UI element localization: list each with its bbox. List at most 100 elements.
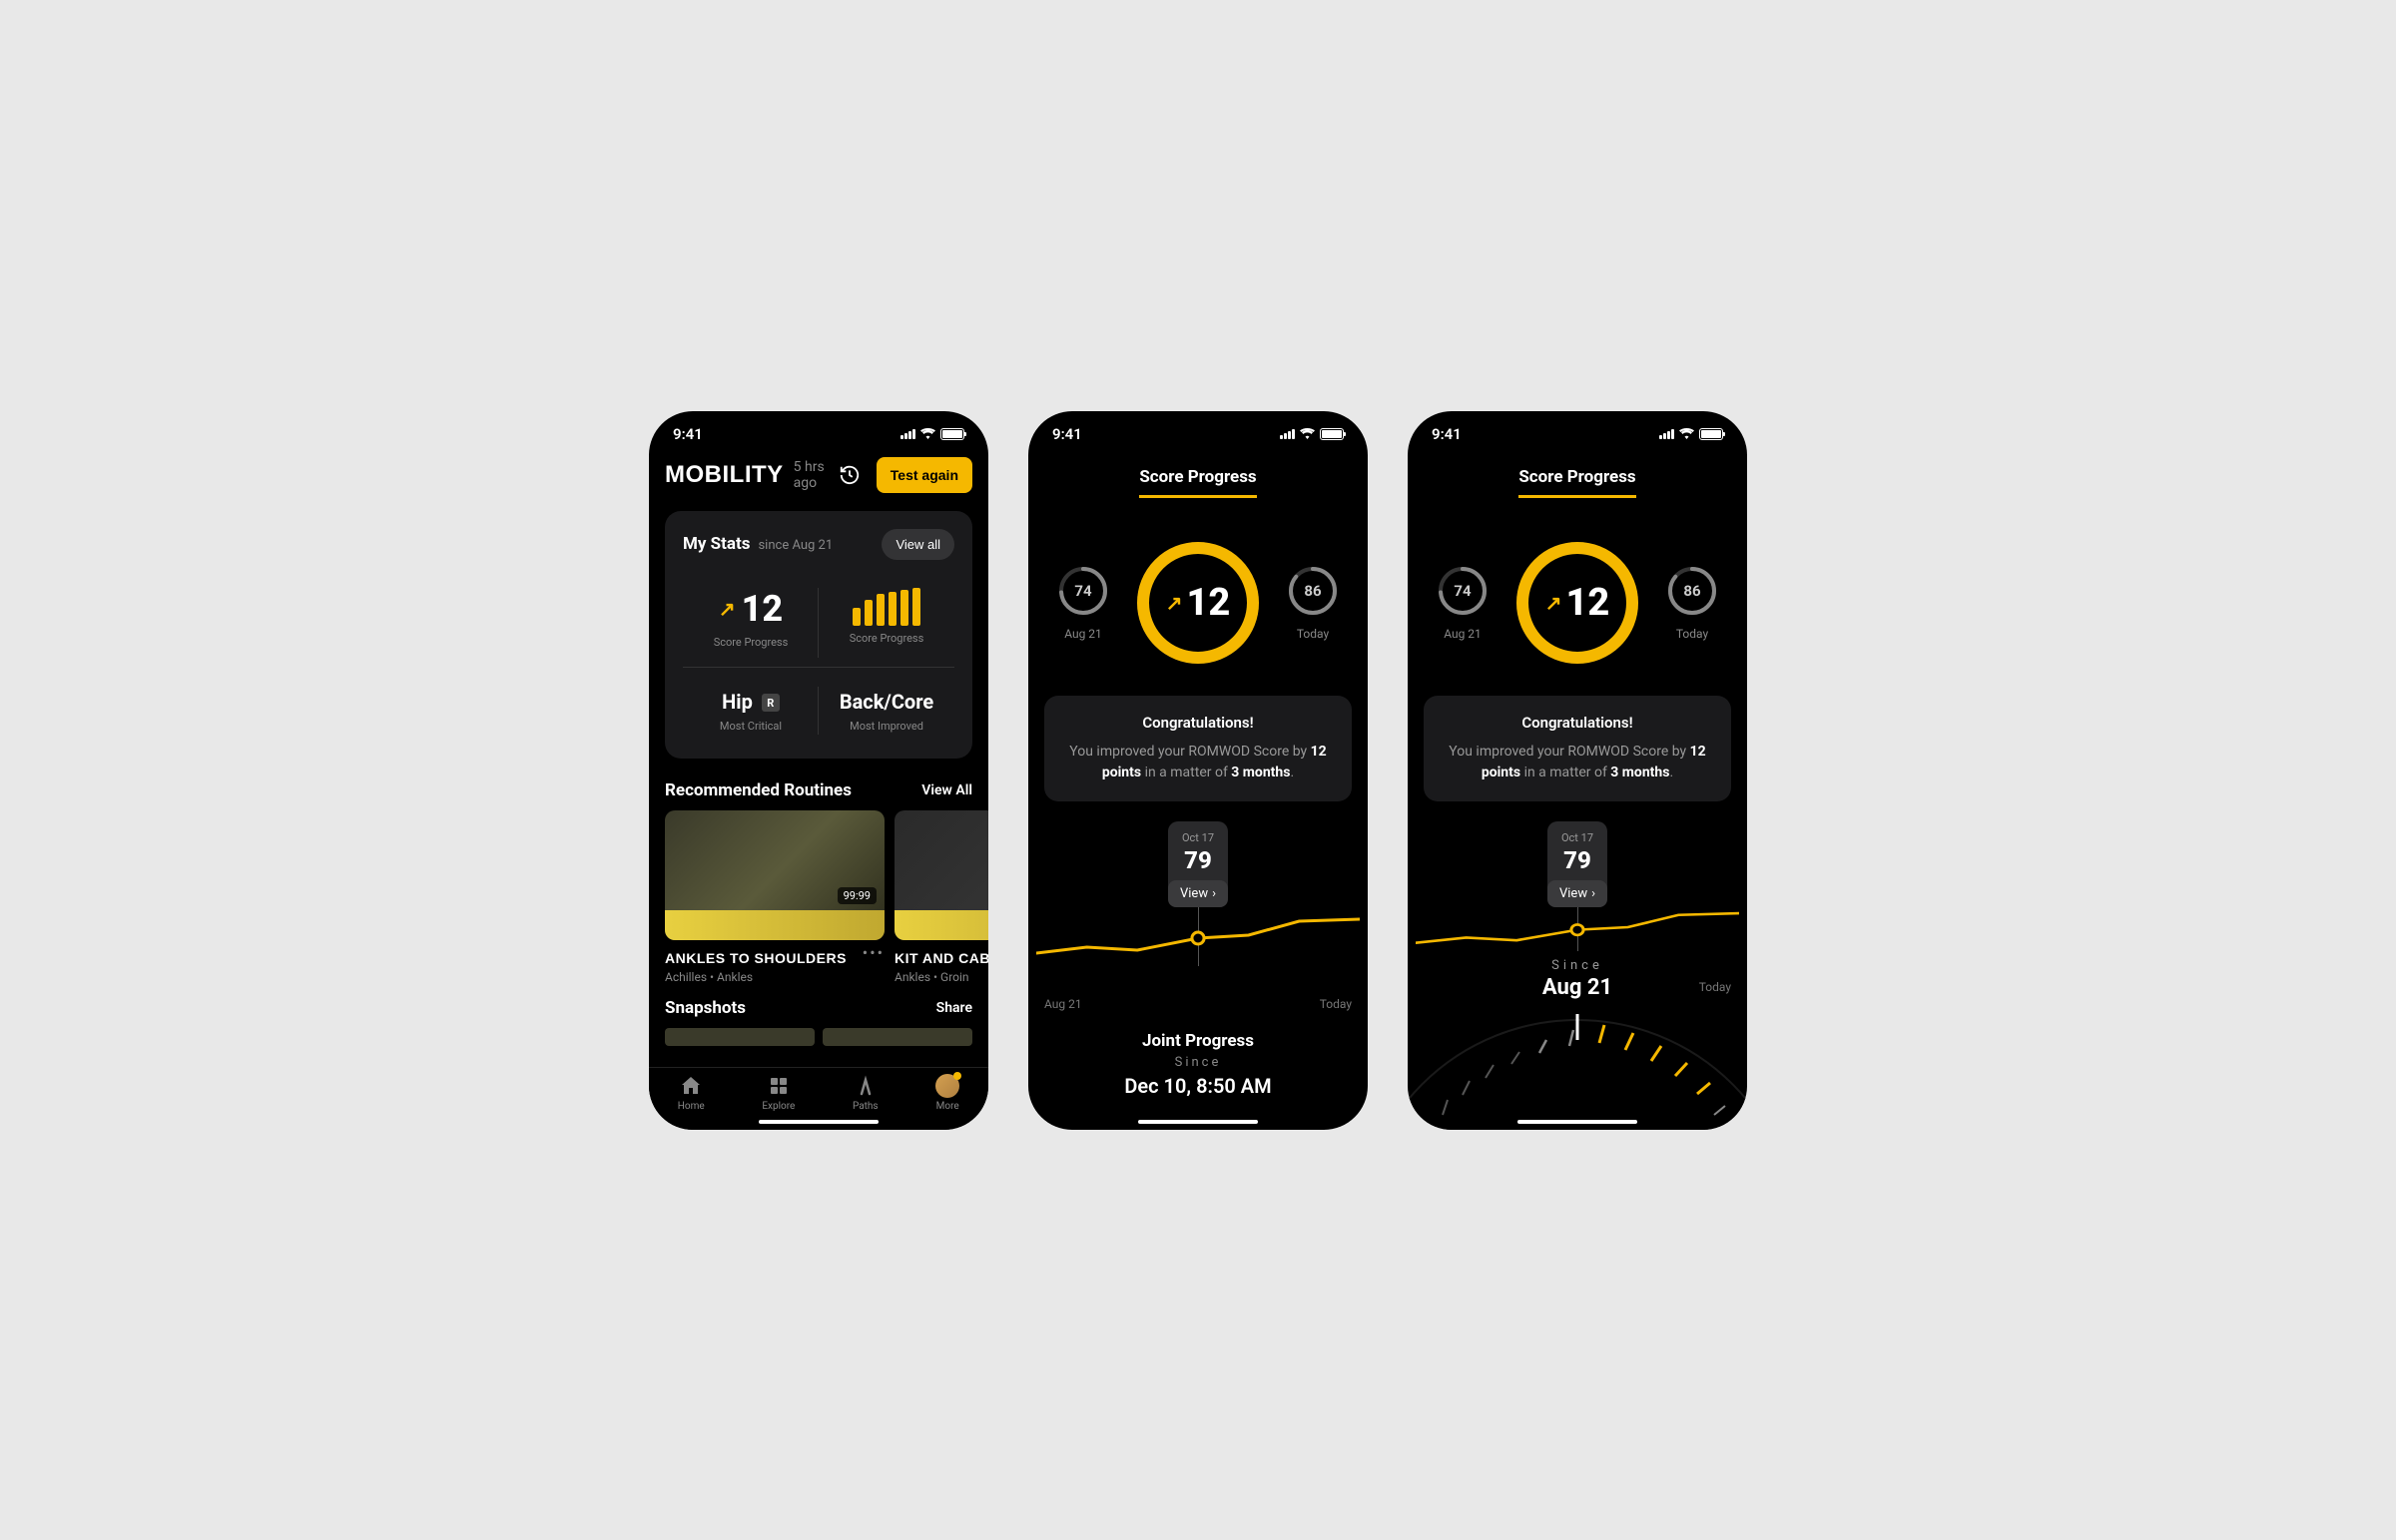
- tab-paths[interactable]: Paths: [853, 1074, 879, 1112]
- stat-label: Most Critical: [687, 720, 815, 733]
- score-header: Score Progress: [1028, 447, 1368, 508]
- routine-card[interactable]: 99:99 ANKLES TO SHOULDERS ••• Achilles •…: [665, 810, 885, 984]
- phone-score-progress-dial: 9:41 Score Progress 74 Aug 21 ↗ 12: [1408, 411, 1747, 1130]
- my-stats-card: My Stats since Aug 21 View all ↗ 12 Scor…: [665, 511, 972, 759]
- snapshot-thumb: [665, 1028, 815, 1046]
- status-time: 9:41: [673, 425, 703, 443]
- since-datetime: Dec 10, 8:50 AM: [1028, 1074, 1368, 1098]
- joint-name: Hip: [722, 690, 753, 714]
- status-bar: 9:41: [649, 411, 988, 447]
- tab-home[interactable]: Home: [678, 1074, 705, 1112]
- stats-grid: ↗ 12 Score Progress Score Progress: [683, 580, 954, 741]
- congrats-card: Congratulations! You improved your ROMWO…: [1424, 696, 1731, 801]
- start-score-ring: 74 Aug 21: [1437, 565, 1489, 641]
- tab-explore[interactable]: Explore: [762, 1074, 795, 1112]
- joint-progress-heading: Joint Progress: [1028, 1031, 1368, 1051]
- tooltip-date: Oct 17: [1561, 831, 1593, 844]
- wifi-icon: [920, 428, 935, 439]
- tab-score-progress[interactable]: Score Progress: [1139, 467, 1256, 498]
- tooltip-value: 79: [1561, 846, 1593, 874]
- notification-badge: [953, 1072, 961, 1080]
- chart-axis-labels: Aug 21 Today: [1044, 997, 1352, 1011]
- routines-section-header: Recommended Routines View All: [649, 767, 988, 810]
- today-score-ring: 86 Today: [1287, 565, 1339, 641]
- snapshot-thumb: [823, 1028, 972, 1046]
- phone-mobility-dashboard: 9:41 MOBILITY 5 hrs ago Test again My St…: [649, 411, 988, 1130]
- page-title: MOBILITY: [665, 461, 784, 489]
- score-rings: 74 Aug 21 ↗ 12 86 Today: [1028, 508, 1368, 688]
- grid-icon: [767, 1074, 791, 1098]
- routine-title: KIT AND CABOODLE: [895, 950, 988, 966]
- arrow-up-icon: ↗: [1166, 591, 1183, 615]
- start-score-value: 74: [1437, 565, 1489, 617]
- tab-score-progress[interactable]: Score Progress: [1518, 467, 1635, 498]
- status-time: 9:41: [1052, 425, 1082, 443]
- score-value: 12: [742, 588, 784, 630]
- avatar-icon: [935, 1074, 959, 1098]
- today-score-value: 86: [1287, 565, 1339, 617]
- start-date-label: Aug 21: [1437, 627, 1489, 641]
- score-rings: 74 Aug 21 ↗ 12 86 Today: [1408, 508, 1747, 688]
- today-label: Today: [1666, 627, 1718, 641]
- stat-hip[interactable]: Hip R Most Critical: [683, 682, 819, 741]
- status-icons: [900, 428, 964, 440]
- start-score-ring: 74 Aug 21: [1057, 565, 1109, 641]
- routines-view-all-link[interactable]: View All: [921, 782, 972, 798]
- today-score-ring: 86 Today: [1666, 565, 1718, 641]
- start-date-label: Aug 21: [1057, 627, 1109, 641]
- line-chart: [1036, 903, 1360, 983]
- test-again-button[interactable]: Test again: [877, 457, 972, 493]
- routine-thumbnail: [895, 810, 988, 940]
- routine-card[interactable]: KIT AND CABOODLE Ankles • Groin: [895, 810, 988, 984]
- progress-ring: ↗ 12: [1512, 538, 1642, 668]
- stat-label: Score Progress: [823, 632, 950, 645]
- signal-icon: [1659, 429, 1674, 439]
- history-icon[interactable]: [839, 464, 861, 486]
- start-score-value: 74: [1057, 565, 1109, 617]
- routine-tags: Achilles • Ankles: [665, 970, 885, 984]
- snapshot-row[interactable]: [649, 1028, 988, 1046]
- tab-more[interactable]: More: [935, 1074, 959, 1112]
- routines-carousel[interactable]: 99:99 ANKLES TO SHOULDERS ••• Achilles •…: [649, 810, 988, 984]
- snapshots-section-header: Snapshots Share: [649, 984, 988, 1028]
- stat-score-progress[interactable]: ↗ 12 Score Progress: [683, 580, 819, 668]
- status-time: 9:41: [1432, 425, 1462, 443]
- battery-icon: [1699, 428, 1723, 440]
- card-header: My Stats since Aug 21 View all: [683, 529, 954, 560]
- last-updated: 5 hrs ago: [794, 459, 829, 491]
- stat-bar-chart[interactable]: Score Progress: [819, 580, 954, 668]
- tooltip-date: Oct 17: [1182, 831, 1214, 844]
- wifi-icon: [1300, 428, 1315, 439]
- stat-label: Most Improved: [823, 720, 950, 733]
- snapshots-share-link[interactable]: Share: [936, 1000, 972, 1016]
- header: MOBILITY 5 hrs ago Test again: [649, 447, 988, 503]
- congrats-title: Congratulations!: [1062, 714, 1334, 732]
- routine-thumbnail: 99:99: [665, 810, 885, 940]
- home-icon: [679, 1074, 703, 1098]
- chart-end-label: Today: [1320, 997, 1352, 1011]
- joint-progress-preview: Joint Progress Since Dec 10, 8:50 AM: [1028, 1031, 1368, 1098]
- congrats-title: Congratulations!: [1442, 714, 1713, 732]
- bar-chart-icon: [823, 588, 950, 626]
- status-bar: 9:41: [1408, 411, 1747, 447]
- more-options-icon[interactable]: •••: [863, 943, 885, 962]
- chart-end-label: Today: [1699, 980, 1731, 994]
- today-score-value: 86: [1666, 565, 1718, 617]
- phone-score-progress: 9:41 Score Progress 74 Aug 21 ↗ 12: [1028, 411, 1368, 1130]
- chevron-right-icon: ›: [1212, 886, 1216, 901]
- routine-tags: Ankles • Groin: [895, 970, 988, 984]
- home-indicator[interactable]: [759, 1120, 879, 1124]
- signal-icon: [900, 429, 915, 439]
- date-dial-picker[interactable]: Since Aug 21 Aug 21 Today: [1408, 940, 1747, 1130]
- snapshots-heading: Snapshots: [665, 998, 746, 1018]
- congrats-card: Congratulations! You improved your ROMWO…: [1044, 696, 1352, 801]
- arrow-up-icon: ↗: [719, 597, 736, 621]
- wifi-icon: [1679, 428, 1694, 439]
- home-indicator[interactable]: [1517, 1120, 1637, 1124]
- progress-value: 12: [1565, 581, 1609, 625]
- stat-back-core[interactable]: Back/Core Most Improved: [819, 682, 954, 741]
- view-all-stats-button[interactable]: View all: [882, 529, 954, 560]
- score-chart[interactable]: Oct 17 79 View › Aug 21 Today: [1036, 821, 1360, 1011]
- chart-tooltip: Oct 17 79 View ›: [1547, 821, 1607, 907]
- home-indicator[interactable]: [1138, 1120, 1258, 1124]
